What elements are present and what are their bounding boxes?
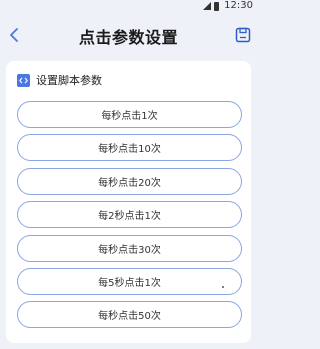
option-button[interactable]: 每2秒点击1次: [17, 201, 242, 229]
status-bar: 12:30: [0, 0, 257, 12]
page-title: 点击参数设置: [78, 28, 178, 47]
status-time: 12:30: [224, 0, 253, 11]
section-title: 设置脚本参数: [36, 74, 102, 87]
status-icons: 12:30: [203, 0, 253, 12]
option-button[interactable]: 每秒点击1次: [17, 101, 242, 128]
app-header: 点击参数设置: [0, 18, 257, 52]
code-icon: [17, 73, 30, 87]
save-button[interactable]: [233, 23, 253, 47]
option-button[interactable]: 每秒点击50次: [17, 301, 242, 329]
battery-icon: [214, 1, 220, 11]
signal-icon: [203, 2, 212, 10]
option-button[interactable]: 每秒点击30次: [17, 234, 242, 262]
decorative-dot: [222, 286, 224, 288]
save-icon: [235, 27, 251, 43]
option-button[interactable]: 每5秒点击1次: [17, 267, 242, 295]
option-button[interactable]: 每秒点击20次: [17, 167, 242, 195]
settings-card: 设置脚本参数 每秒点击1次 每秒点击10次 每秒点击20次 每2秒点击1次 每秒…: [6, 61, 251, 343]
option-button[interactable]: 每秒点击10次: [17, 134, 242, 162]
option-list: 每秒点击1次 每秒点击10次 每秒点击20次 每2秒点击1次 每秒点击30次 每…: [17, 101, 242, 329]
section-header: 设置脚本参数: [17, 72, 102, 88]
